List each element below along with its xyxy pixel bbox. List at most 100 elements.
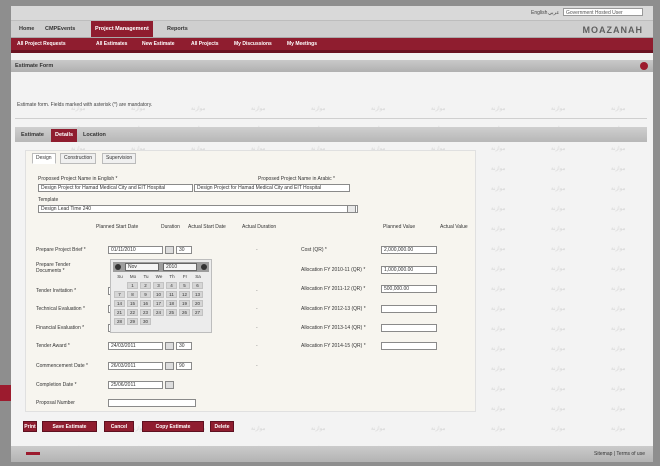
subnav-all-projects[interactable]: All Projects: [191, 38, 219, 50]
duration-field[interactable]: 30: [176, 246, 192, 254]
calendar-day[interactable]: 21: [114, 309, 125, 316]
left-accent-strip: [0, 385, 11, 401]
calendar-day[interactable]: 4: [166, 282, 177, 289]
calendar-day[interactable]: 27: [192, 309, 203, 316]
calendar-day[interactable]: 15: [127, 300, 138, 307]
calendar-day[interactable]: 22: [127, 309, 138, 316]
footer-links[interactable]: Sitemap | Terms of use: [594, 451, 645, 457]
inner-tab-supervision[interactable]: Supervision: [102, 153, 137, 164]
english-link[interactable]: English: [531, 10, 547, 16]
nav-reports[interactable]: Reports: [163, 21, 192, 37]
row-label: Tender Invitation *: [36, 288, 77, 294]
value-field[interactable]: 500,000.00: [381, 285, 437, 293]
calendar-day[interactable]: 9: [140, 291, 151, 298]
nav-home[interactable]: Home: [15, 21, 38, 37]
calendar-day[interactable]: 25: [166, 309, 177, 316]
close-icon[interactable]: [640, 62, 648, 70]
date-field[interactable]: 26/03/2011: [108, 362, 163, 370]
calendar-day[interactable]: 2: [140, 282, 151, 289]
year-select[interactable]: 2010: [163, 263, 197, 271]
value-field[interactable]: 1,000,000.00: [381, 266, 437, 274]
calendar-day[interactable]: 1: [127, 282, 138, 289]
calendar-day[interactable]: 17: [153, 300, 164, 307]
calendar-day[interactable]: 28: [114, 318, 125, 325]
date-field[interactable]: 01/11/2010: [108, 246, 163, 254]
tab-details[interactable]: Details: [51, 129, 78, 142]
date-field[interactable]: 24/03/2011: [108, 342, 163, 350]
date-field[interactable]: [108, 399, 196, 407]
arabic-link[interactable]: عربي: [548, 10, 559, 16]
date-field[interactable]: 25/06/2011: [108, 381, 163, 389]
subnav-my-meetings[interactable]: My Meetings: [287, 38, 317, 50]
name-en-field[interactable]: Design Project for Hamad Medical City an…: [38, 184, 193, 192]
calendar-day[interactable]: 24: [153, 309, 164, 316]
utility-bar: English عربي Government Hosted User: [11, 6, 653, 20]
calendar-day[interactable]: 11: [166, 291, 177, 298]
duration-field[interactable]: 30: [176, 342, 192, 350]
name-ar-field[interactable]: Design Project for Hamad Medical City an…: [194, 184, 350, 192]
month-select[interactable]: Nov: [125, 263, 159, 271]
row-label: Technical Evaluation *: [36, 306, 85, 312]
duration-field[interactable]: 90: [176, 362, 192, 370]
calendar-day[interactable]: 26: [179, 309, 190, 316]
delete-button[interactable]: Delete: [210, 421, 234, 432]
subnav-new-estimate[interactable]: New Estimate: [142, 38, 175, 50]
tab-location[interactable]: Location: [79, 129, 110, 142]
subnav-all-project-requests[interactable]: All Project Requests: [17, 38, 66, 50]
calendar-day[interactable]: 13: [192, 291, 203, 298]
value-field[interactable]: [381, 324, 437, 332]
calendar-day[interactable]: 12: [179, 291, 190, 298]
cancel-button[interactable]: Cancel: [104, 421, 134, 432]
watermark-glyph: موازنة: [611, 146, 626, 152]
nav-project-management[interactable]: Project Management: [91, 21, 153, 37]
calendar-day[interactable]: 8: [127, 291, 138, 298]
inner-tab-design[interactable]: Design: [32, 153, 56, 164]
save-estimate-button[interactable]: Save Estimate: [42, 421, 97, 432]
chevron-down-icon[interactable]: [347, 205, 356, 213]
subnav-my-discussions[interactable]: My Discussions: [234, 38, 272, 50]
calendar-icon[interactable]: [165, 342, 174, 350]
value-field[interactable]: [381, 305, 437, 313]
watermark-glyph: موازنة: [491, 366, 506, 372]
calendar-header: Nov 2010: [113, 262, 209, 272]
calendar-day[interactable]: 23: [140, 309, 151, 316]
watermark-glyph: موازنة: [491, 186, 506, 192]
subnav-all-estimates[interactable]: All Estimates: [96, 38, 127, 50]
actual-dash: -: [256, 288, 258, 294]
date-picker-calendar[interactable]: Nov 2010 Su Mo Tu We Th Fr Sa 1 2 3 4 5 6 7 8 9 10 11 12 13…: [110, 259, 212, 333]
prev-month-icon[interactable]: [115, 264, 121, 270]
template-select[interactable]: Design Lead Time 240: [38, 205, 358, 213]
calendar-day[interactable]: 29: [127, 318, 138, 325]
calendar-day[interactable]: 10: [153, 291, 164, 298]
next-month-icon[interactable]: [201, 264, 207, 270]
calendar-day[interactable]: 30: [140, 318, 151, 325]
calendar-day[interactable]: 6: [192, 282, 203, 289]
calendar-weekday: Th: [169, 274, 175, 279]
copy-estimate-button[interactable]: Copy Estimate: [142, 421, 204, 432]
calendar-icon[interactable]: [165, 381, 174, 389]
watermark-glyph: موازنة: [611, 226, 626, 232]
calendar-day[interactable]: 18: [166, 300, 177, 307]
calendar-day[interactable]: 14: [114, 300, 125, 307]
watermark-glyph: موازنة: [611, 186, 626, 192]
print-button[interactable]: Print: [23, 421, 37, 432]
calendar-day[interactable]: 7: [114, 291, 125, 298]
calendar-day[interactable]: 19: [179, 300, 190, 307]
calendar-day[interactable]: 20: [192, 300, 203, 307]
watermark-glyph: موازنة: [611, 106, 626, 112]
calendar-icon[interactable]: [165, 246, 174, 254]
calendar-icon[interactable]: [165, 362, 174, 370]
nav-cmpevents[interactable]: CMPEvents: [41, 21, 79, 37]
watermark-glyph: موازنة: [491, 306, 506, 312]
user-select[interactable]: Government Hosted User: [563, 8, 643, 16]
inner-tab-construction[interactable]: Construction: [60, 153, 97, 164]
watermark-glyph: موازنة: [551, 346, 566, 352]
calendar-day[interactable]: 3: [153, 282, 164, 289]
value-field[interactable]: [381, 342, 437, 350]
calendar-day[interactable]: 16: [140, 300, 151, 307]
calendar-day[interactable]: 5: [179, 282, 190, 289]
value-field[interactable]: 2,000,000.00: [381, 246, 437, 254]
tab-estimate[interactable]: Estimate: [17, 129, 48, 142]
calendar-weekday: Sa: [195, 274, 201, 279]
template-label: Template: [38, 197, 59, 203]
